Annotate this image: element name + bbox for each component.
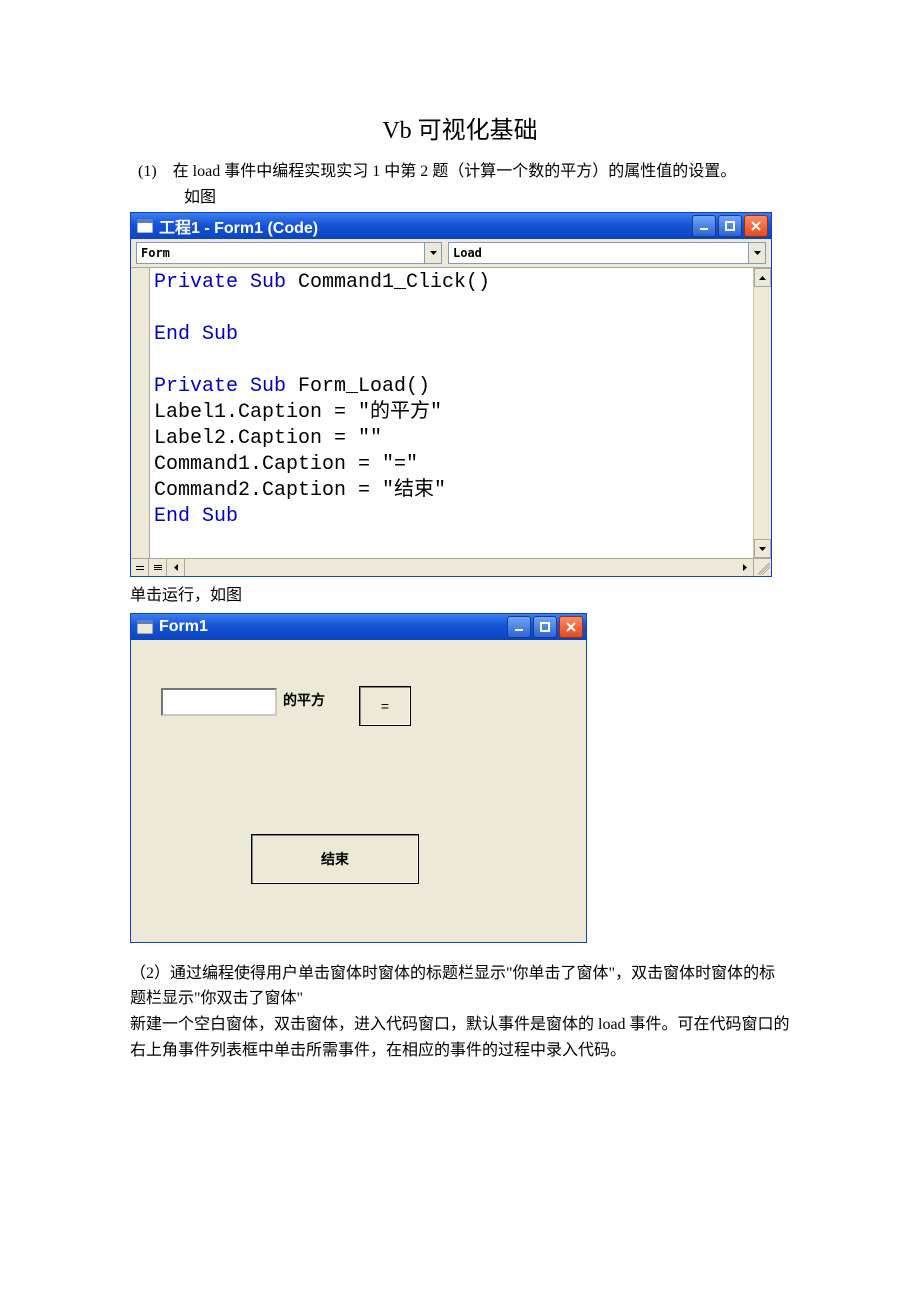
form1-client-area[interactable]: 的平方 = 结束 [131, 640, 586, 942]
label1: 的平方 [283, 690, 325, 710]
code-area[interactable]: Private Sub Command1_Click() End Sub Pri… [150, 268, 771, 558]
form-icon [137, 620, 153, 634]
form1-titlebar[interactable]: Form1 [131, 614, 586, 640]
code-window: 工程1 - Form1 (Code) Form [130, 212, 772, 577]
full-module-view-icon[interactable] [149, 559, 167, 576]
chevron-down-icon [748, 243, 765, 263]
item2-p1: （2）通过编程使得用户单击窗体时窗体的标题栏显示"你单击了窗体"，双击窗体时窗体… [130, 961, 790, 1012]
item1-text: 在 load 事件中编程实现实习 1 中第 2 题（计算一个数的平方）的属性值的… [173, 163, 737, 180]
code-gutter [131, 268, 150, 558]
form-icon [137, 219, 153, 233]
maximize-button[interactable] [718, 215, 742, 237]
end-button[interactable]: 结束 [251, 834, 419, 884]
event-combo-value: Load [453, 246, 482, 260]
chevron-down-icon [424, 243, 441, 263]
scroll-right-icon[interactable] [736, 559, 754, 576]
code-combo-row: Form Load [131, 239, 771, 268]
horizontal-scrollbar[interactable] [185, 559, 736, 576]
object-combo[interactable]: Form [136, 242, 442, 264]
between-text: 单击运行，如图 [130, 583, 790, 609]
resize-grip-icon[interactable] [754, 559, 771, 576]
doc-title: Vb 可视化基础 [130, 110, 790, 145]
vertical-scrollbar[interactable] [753, 268, 771, 558]
scroll-left-icon[interactable] [167, 559, 185, 576]
item1-line1: (1) 在 load 事件中编程实现实习 1 中第 2 题（计算一个数的平方）的… [130, 159, 790, 185]
text1-input[interactable] [161, 688, 277, 716]
object-combo-value: Form [141, 246, 170, 260]
minimize-button[interactable] [692, 215, 716, 237]
procedure-view-icon[interactable] [131, 559, 149, 576]
scroll-down-icon[interactable] [754, 539, 771, 558]
form1-window: Form1 的平方 = 结束 [130, 613, 587, 943]
scroll-up-icon[interactable] [754, 268, 771, 287]
close-button[interactable] [559, 616, 583, 638]
code-text: Private Sub Command1_Click() End Sub Pri… [150, 268, 771, 532]
code-window-titlebar[interactable]: 工程1 - Form1 (Code) [131, 213, 771, 239]
form1-title: Form1 [159, 618, 208, 636]
item1-line2: 如图 [130, 185, 790, 211]
minimize-button[interactable] [507, 616, 531, 638]
item1-num: (1) [138, 163, 157, 180]
code-window-title: 工程1 - Form1 (Code) [159, 214, 318, 238]
close-button[interactable] [744, 215, 768, 237]
item2-p2: 新建一个空白窗体，双击窗体，进入代码窗口，默认事件是窗体的 load 事件。可在… [130, 1012, 790, 1063]
equals-button[interactable]: = [359, 686, 411, 726]
maximize-button[interactable] [533, 616, 557, 638]
code-bottom-bar [131, 558, 771, 576]
event-combo[interactable]: Load [448, 242, 766, 264]
